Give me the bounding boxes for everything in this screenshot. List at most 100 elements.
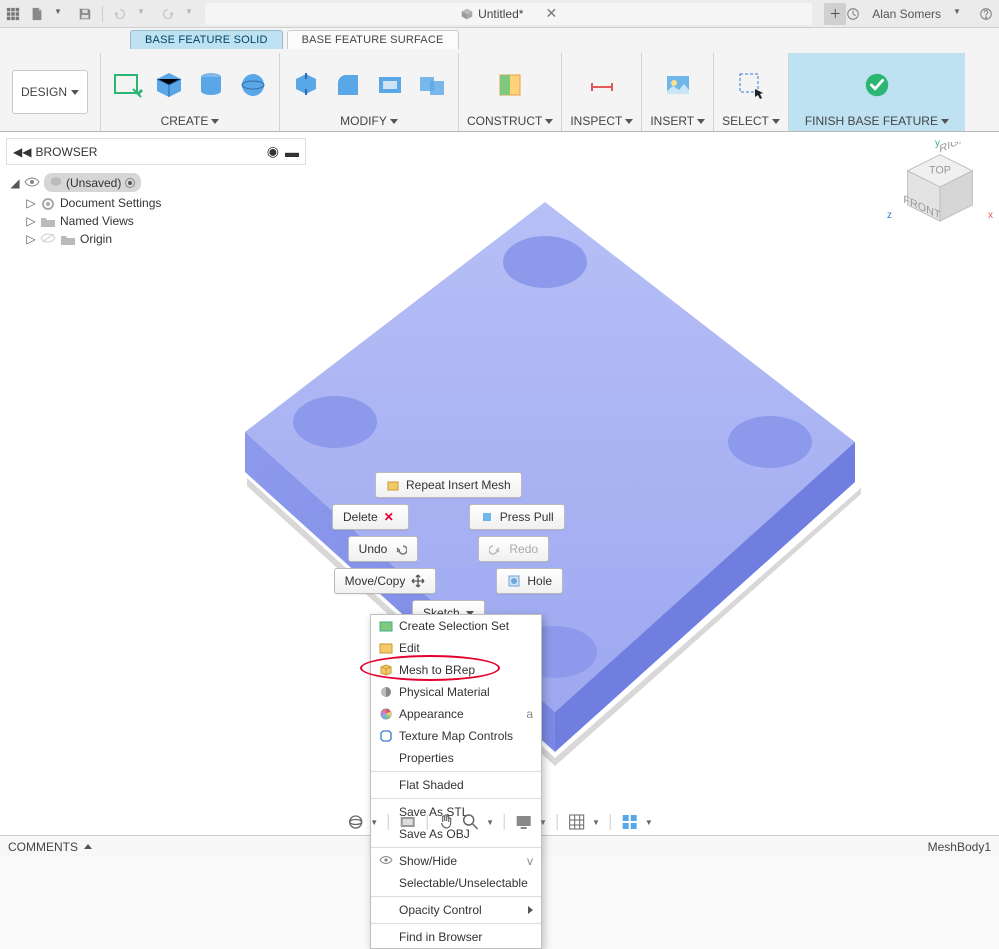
sketch-icon[interactable] (109, 67, 145, 103)
texture-icon (379, 729, 393, 743)
press-pull-icon[interactable] (288, 67, 324, 103)
orbit-icon[interactable] (346, 813, 364, 831)
move-icon (411, 574, 425, 588)
chevron-down-icon[interactable]: ▼ (486, 818, 494, 827)
cube-top: TOP (929, 165, 951, 177)
chevron-down-icon[interactable]: ▼ (645, 818, 653, 827)
group-insert-label[interactable]: INSERT (650, 114, 705, 131)
measure-icon[interactable] (584, 67, 620, 103)
eye-icon[interactable] (24, 176, 40, 190)
chevron-up-icon (84, 844, 92, 849)
hole-button[interactable]: Hole (496, 568, 563, 594)
context-menu-item[interactable]: Mesh to BRep (371, 659, 541, 681)
box-icon[interactable] (151, 67, 187, 103)
display-icon[interactable] (515, 813, 533, 831)
chevron-down-icon (772, 119, 780, 124)
menu-item-label: Find in Browser (399, 930, 482, 944)
grid-icon[interactable] (568, 813, 586, 831)
tree-root-row[interactable]: ◢ (Unsaved) (10, 171, 302, 194)
collapse-icon[interactable]: ▬ (285, 144, 299, 160)
chevron-down-icon[interactable]: ▼ (592, 818, 600, 827)
select-icon[interactable] (733, 67, 769, 103)
context-menu-item[interactable]: Create Selection Set (371, 615, 541, 637)
plane-icon[interactable] (492, 67, 528, 103)
workspace-switcher[interactable]: DESIGN (0, 53, 100, 131)
comments-toggle[interactable]: COMMENTS (8, 840, 92, 854)
fillet-icon[interactable] (330, 67, 366, 103)
save-icon[interactable] (78, 7, 92, 21)
redo-icon (489, 542, 503, 556)
context-menu-item[interactable]: Show/Hidev (371, 850, 541, 872)
insert-icon[interactable] (660, 67, 696, 103)
radio-icon[interactable]: ◉ (267, 143, 279, 160)
new-tab-button[interactable]: ＋ (824, 3, 846, 25)
tree-item[interactable]: ▷ Document Settings (10, 194, 302, 212)
context-menu-item[interactable]: Selectable/Unselectable (371, 872, 541, 894)
pan-icon[interactable] (438, 813, 456, 831)
menu-item-label: Selectable/Unselectable (399, 876, 528, 890)
tab-base-feature-surface[interactable]: BASE FEATURE SURFACE (287, 30, 459, 49)
viewport-icon[interactable] (621, 813, 639, 831)
undo-button[interactable]: Undo (348, 536, 419, 562)
tree-item[interactable]: ▷ Named Views (10, 212, 302, 230)
help-icon[interactable] (979, 7, 993, 21)
extensions-icon[interactable] (846, 7, 860, 21)
group-finish-label[interactable]: FINISH BASE FEATURE (805, 114, 949, 131)
redo-icon[interactable] (161, 7, 175, 21)
group-select-label[interactable]: SELECT (722, 114, 780, 131)
view-cube[interactable]: TOP FRONT RIGHT y x z (895, 142, 985, 235)
group-select: SELECT (713, 53, 788, 131)
sphere-icon[interactable] (235, 67, 271, 103)
chevron-down-icon[interactable]: ▼ (370, 818, 378, 827)
group-inspect-label[interactable]: INSPECT (570, 114, 633, 131)
tree-item[interactable]: ▷ Origin (10, 230, 302, 248)
app-menu-icon[interactable] (6, 7, 20, 21)
context-menu-item[interactable]: Find in Browser (371, 926, 541, 948)
look-at-icon[interactable] (399, 813, 417, 831)
chevron-right-icon (528, 903, 533, 917)
new-file-dropdown-icon[interactable]: ▼ (54, 7, 68, 21)
group-construct-label[interactable]: CONSTRUCT (467, 114, 553, 131)
cylinder-icon[interactable] (193, 67, 229, 103)
redo-dropdown-icon[interactable]: ▼ (185, 7, 199, 21)
eye-off-icon[interactable] (40, 232, 56, 246)
context-menu-item[interactable]: Edit (371, 637, 541, 659)
repeat-button[interactable]: Repeat Insert Mesh (375, 472, 522, 498)
group-create-label[interactable]: CREATE (161, 114, 220, 131)
menu-item-label: Edit (399, 641, 420, 655)
document-tab[interactable]: Untitled* ✕ (205, 3, 812, 25)
user-dropdown-icon[interactable]: ▼ (953, 7, 967, 21)
move-copy-button[interactable]: Move/Copy (334, 568, 437, 594)
menu-item-label: Create Selection Set (399, 619, 509, 633)
zoom-icon[interactable] (462, 813, 480, 831)
context-menu-item[interactable]: Texture Map Controls (371, 725, 541, 747)
shortcut-label: a (526, 707, 533, 721)
undo-icon[interactable] (113, 7, 127, 21)
selection-set-icon (379, 619, 393, 633)
radio-icon[interactable] (125, 178, 135, 188)
folder-icon (60, 232, 76, 246)
viewport[interactable]: ◀◀ BROWSER ◉ ▬ ◢ (Unsaved) ▷ Document Se… (0, 132, 999, 835)
group-finish[interactable]: FINISH BASE FEATURE (788, 53, 965, 131)
z-axis-label: z (887, 210, 892, 221)
collapse-left-icon[interactable]: ◀◀ (13, 145, 31, 159)
delete-button[interactable]: Delete ✕ (332, 504, 409, 530)
context-menu-item[interactable]: Properties (371, 747, 541, 769)
combine-icon[interactable] (414, 67, 450, 103)
undo-dropdown-icon[interactable]: ▼ (137, 7, 151, 21)
context-menu-item[interactable]: Physical Material (371, 681, 541, 703)
document-icon (460, 7, 474, 21)
tab-base-feature-solid[interactable]: BASE FEATURE SOLID (130, 30, 283, 49)
shell-icon[interactable] (372, 67, 408, 103)
user-name[interactable]: Alan Somers (872, 7, 941, 21)
chevron-down-icon[interactable]: ▼ (539, 818, 547, 827)
context-menu-item[interactable]: Flat Shaded (371, 774, 541, 796)
group-modify-label[interactable]: MODIFY (340, 114, 398, 131)
press-pull-button[interactable]: Press Pull (469, 504, 565, 530)
root-cube-icon (50, 175, 62, 190)
context-menu-item[interactable]: Appearancea (371, 703, 541, 725)
new-file-icon[interactable] (30, 7, 44, 21)
tab-close-icon[interactable]: ✕ (545, 5, 557, 22)
context-menu-item[interactable]: Opacity Control (371, 899, 541, 921)
marking-menu: Repeat Insert Mesh Delete ✕ Press Pull U… (332, 472, 565, 626)
